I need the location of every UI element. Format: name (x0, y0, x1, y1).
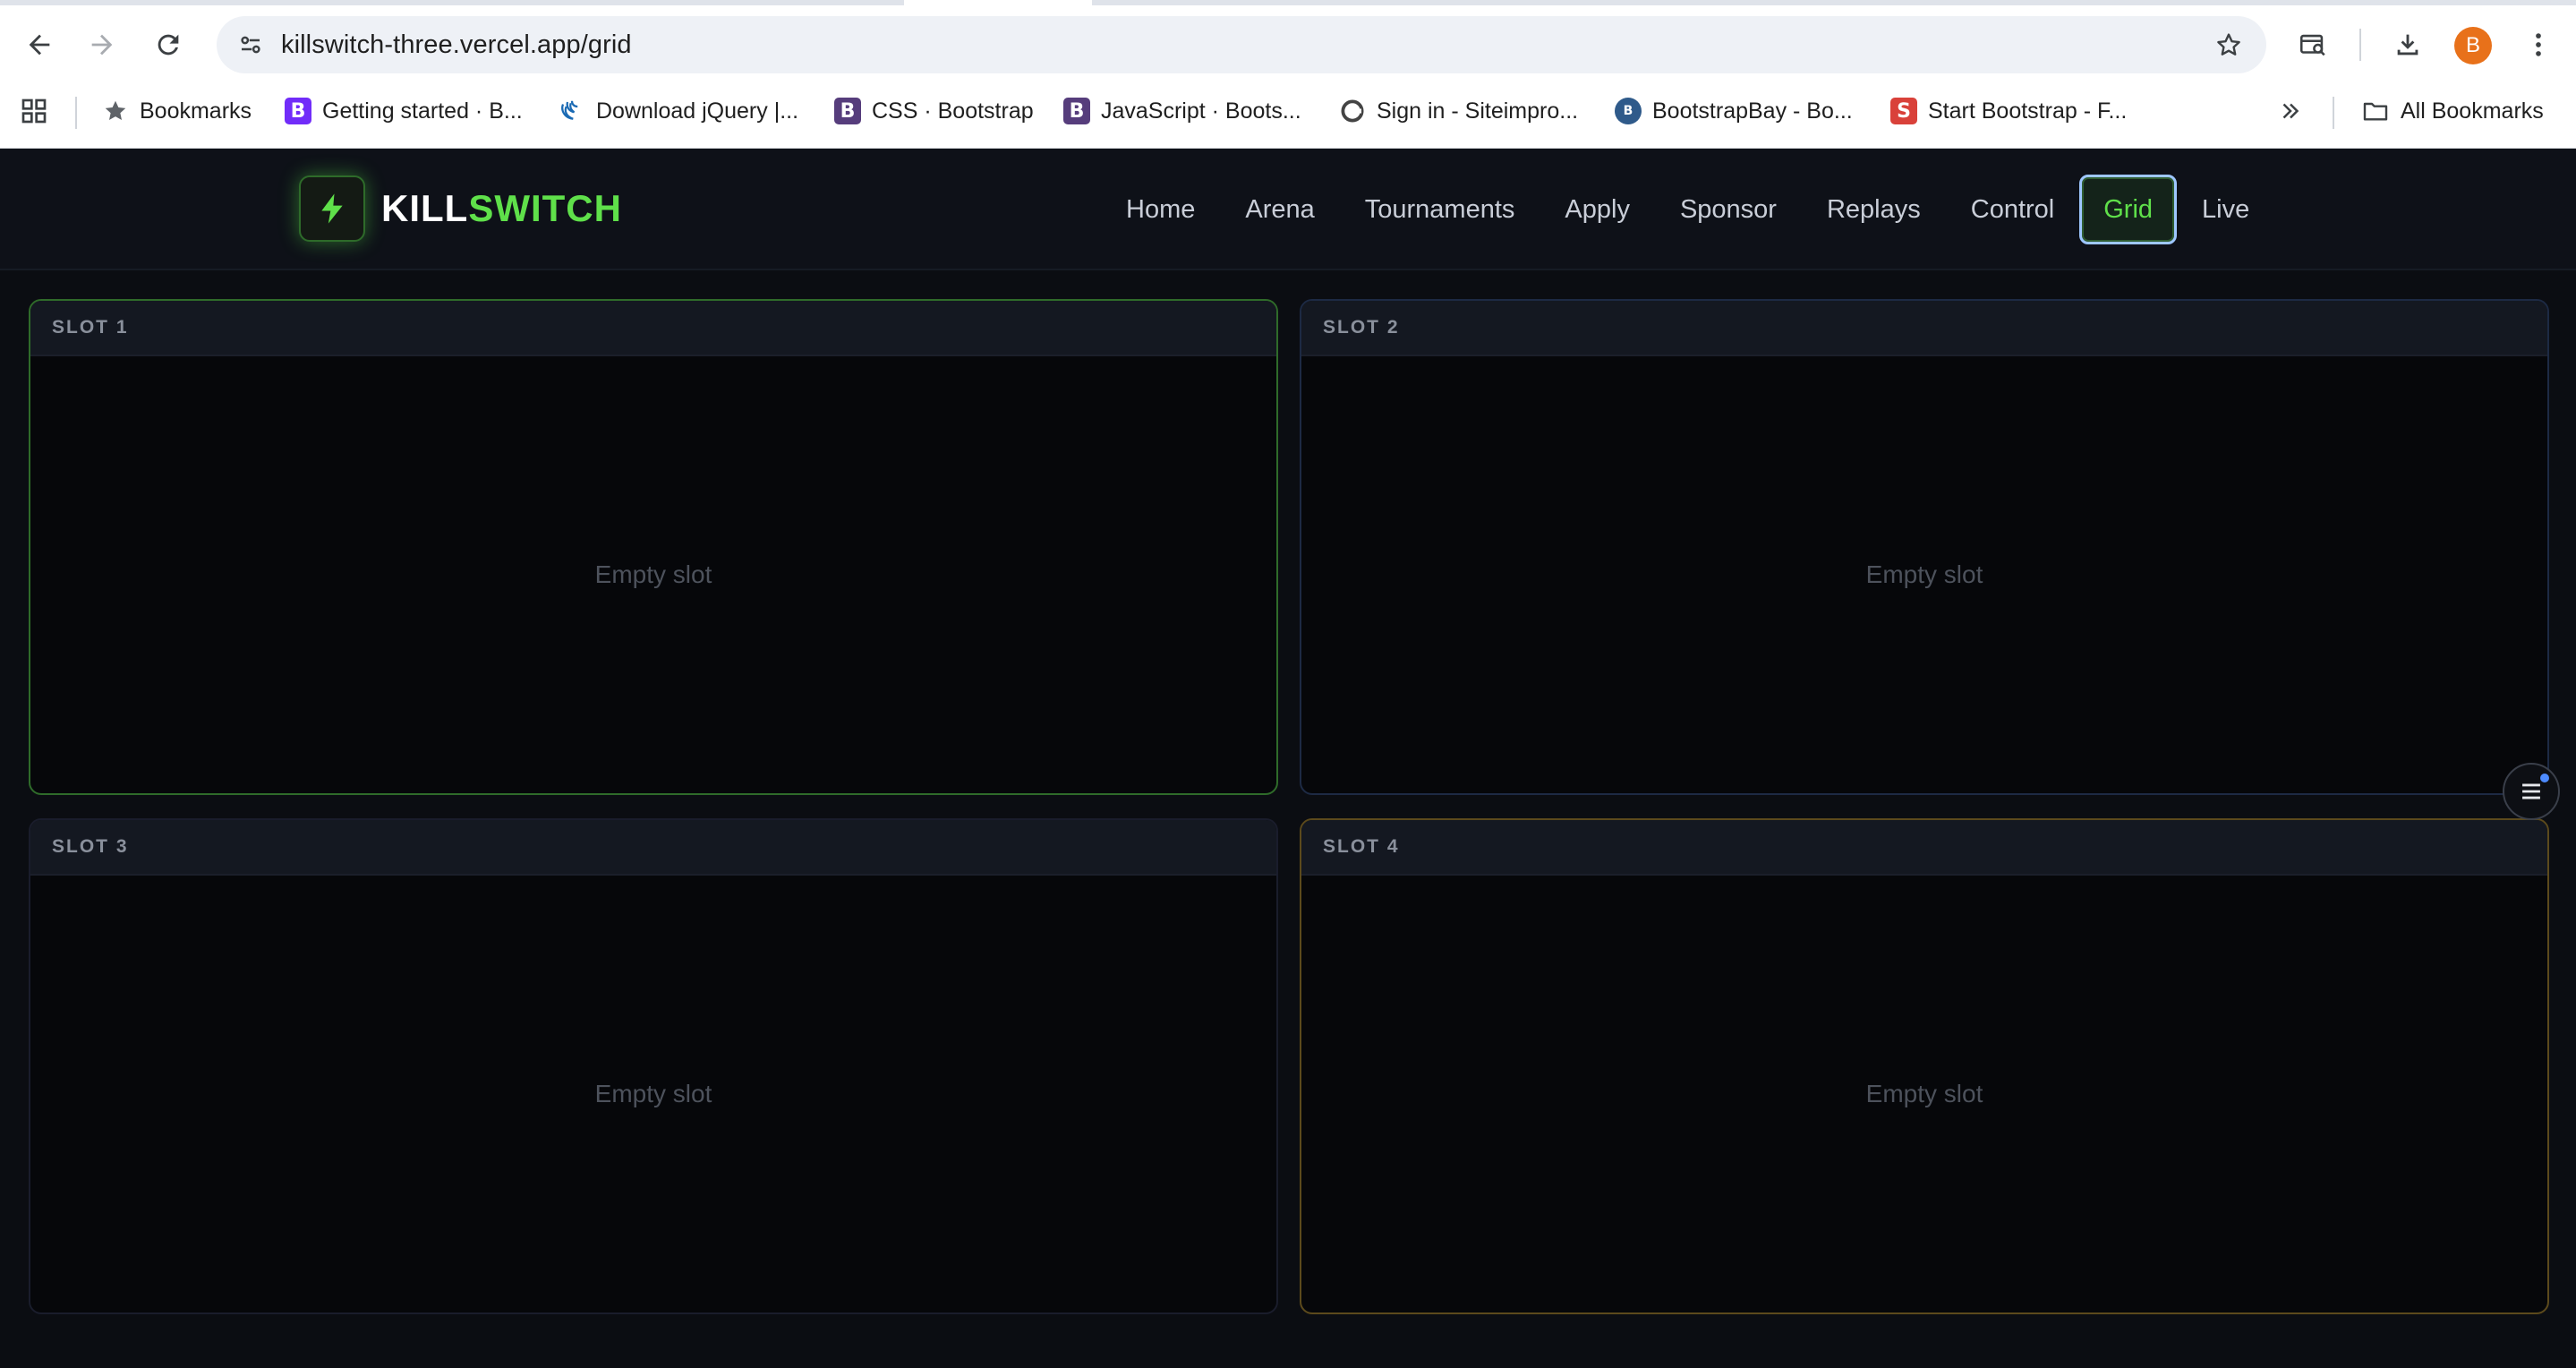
nav-home[interactable]: Home (1101, 175, 1220, 244)
jquery-icon (561, 100, 578, 120)
bookmark-item[interactable]: Sign in - Siteimpro... (1339, 93, 1578, 129)
logo-text-kill: KILL (381, 187, 469, 229)
nav-arena[interactable]: Arena (1220, 175, 1339, 244)
more-menu-icon[interactable] (2517, 23, 2560, 66)
folder-icon (2363, 102, 2388, 121)
bookmarks-divider (2333, 97, 2334, 129)
back-button[interactable] (18, 23, 61, 66)
nav-sponsor[interactable]: Sponsor (1655, 175, 1802, 244)
main-nav: Home Arena Tournaments Apply Sponsor Rep… (1101, 172, 2274, 247)
apps-icon[interactable] (20, 93, 48, 129)
nav-tournaments[interactable]: Tournaments (1340, 175, 1540, 244)
bookmark-label: BootstrapBay - Bo... (1652, 98, 1853, 124)
forward-arrow-icon (91, 34, 113, 56)
toolbar-divider (2359, 29, 2361, 61)
reload-button[interactable] (147, 23, 190, 66)
slot-body: Empty slot (1301, 876, 2547, 1312)
startbootstrap-icon: S (1890, 98, 1917, 124)
siteimprove-icon (1341, 99, 1364, 123)
page-viewport: KILLSWITCH Home Arena Tournaments Apply … (0, 149, 2576, 1368)
bootstrap-icon: B (834, 98, 861, 124)
notification-dot (2540, 774, 2549, 782)
more-bookmarks-chevron-icon[interactable] (2277, 93, 2304, 129)
slot-body: Empty slot (1301, 356, 2547, 793)
logo-text-switch: SWITCH (468, 187, 622, 229)
slot-label: SLOT 3 (52, 836, 129, 857)
slot-card[interactable]: SLOT 3 Empty slot (29, 818, 1278, 1314)
slot-body: Empty slot (30, 356, 1276, 793)
bookmark-label: Download jQuery |... (596, 98, 799, 124)
slot-card[interactable]: SLOT 4 Empty slot (1300, 818, 2549, 1314)
download-icon[interactable] (2386, 23, 2429, 66)
star-icon (105, 100, 126, 120)
tab-strip (0, 0, 2576, 5)
slot-header: SLOT 4 (1301, 820, 2547, 876)
all-bookmarks-label: All Bookmarks (2401, 98, 2544, 124)
bookmark-item[interactable]: B Getting started · B... (285, 93, 523, 129)
bookmark-label: Start Bootstrap - F... (1928, 98, 2128, 124)
slot-header: SLOT 3 (30, 820, 1276, 876)
bookmark-star-icon[interactable] (2211, 27, 2247, 63)
nav-apply[interactable]: Apply (1540, 175, 1655, 244)
slot-card[interactable]: SLOT 1 Empty slot (29, 299, 1278, 795)
bookmark-item[interactable]: B BootstrapBay - Bo... (1615, 93, 1853, 129)
browser-chrome: killswitch-three.vercel.app/grid B Bookm… (0, 0, 2576, 149)
slot-card[interactable]: SLOT 2 Empty slot (1300, 299, 2549, 795)
site-info-icon[interactable] (233, 27, 269, 63)
slot-grid: SLOT 1 Empty slot SLOT 2 Empty slot SLOT… (29, 299, 2549, 1347)
active-tab[interactable] (904, 0, 1092, 5)
empty-slot-text: Empty slot (1865, 560, 1983, 588)
nav-replays[interactable]: Replays (1802, 175, 1946, 244)
bookmarks-divider (75, 97, 77, 129)
slot-header: SLOT 1 (30, 301, 1276, 356)
empty-slot-text: Empty slot (594, 560, 712, 588)
bookmark-label: Bookmarks (140, 98, 252, 124)
bootstrap-icon: B (285, 98, 311, 124)
empty-slot-text: Empty slot (1865, 1080, 1983, 1107)
url-text[interactable]: killswitch-three.vercel.app/grid (281, 30, 632, 60)
slot-label: SLOT 4 (1323, 836, 1400, 857)
empty-slot-text: Empty slot (594, 1080, 712, 1107)
bookmark-label: JavaScript · Boots... (1101, 98, 1301, 124)
bookmark-item[interactable]: Download jQuery |... (559, 93, 798, 129)
profile-avatar[interactable]: B (2454, 27, 2492, 64)
nav-grid[interactable]: Grid (2079, 175, 2178, 244)
tab-search-icon[interactable] (2291, 23, 2334, 66)
bookmark-label: Getting started · B... (322, 98, 523, 124)
slot-label: SLOT 2 (1323, 317, 1400, 338)
address-bar[interactable]: killswitch-three.vercel.app/grid (217, 16, 2266, 73)
bookmark-item[interactable]: Bookmarks (102, 93, 252, 129)
bookmark-label: Sign in - Siteimpro... (1377, 98, 1579, 124)
bookmark-item[interactable]: S Start Bootstrap - F... (1890, 93, 2127, 129)
bootstrapbay-icon: B (1615, 98, 1642, 124)
bookmarks-bar: Bookmarks B Getting started · B... Downl… (0, 90, 2576, 133)
back-arrow-icon (29, 34, 50, 56)
bookmark-item[interactable]: B CSS · Bootstrap (834, 93, 1034, 129)
floating-menu-button[interactable] (2503, 763, 2560, 820)
slot-label: SLOT 1 (52, 317, 129, 338)
site-header: KILLSWITCH Home Arena Tournaments Apply … (0, 149, 2576, 270)
slot-body: Empty slot (30, 876, 1276, 1312)
bookmark-label: CSS · Bootstrap (872, 98, 1034, 124)
nav-control[interactable]: Control (1946, 175, 2080, 244)
site-logo[interactable]: KILLSWITCH (299, 175, 622, 242)
reload-icon (158, 34, 179, 56)
lightning-bolt-icon (299, 175, 365, 242)
slot-header: SLOT 2 (1301, 301, 2547, 356)
bootstrap-icon: B (1063, 98, 1090, 124)
all-bookmarks-button[interactable]: All Bookmarks (2361, 93, 2544, 129)
nav-live[interactable]: Live (2177, 175, 2274, 244)
bookmark-item[interactable]: B JavaScript · Boots... (1063, 93, 1301, 129)
logo-wordmark: KILLSWITCH (381, 187, 622, 230)
forward-button[interactable] (81, 23, 124, 66)
